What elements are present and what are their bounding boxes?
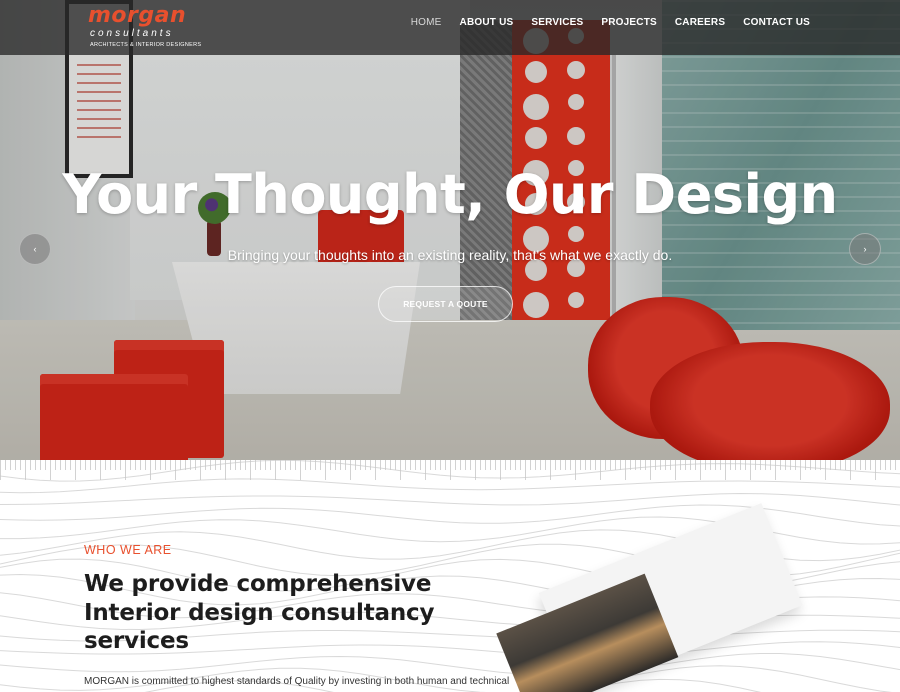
chevron-left-icon: ‹ xyxy=(33,244,37,254)
section-title: We provide comprehensive Interior design… xyxy=(84,571,435,654)
hero-headline: Your Thought, Our Design xyxy=(62,163,838,226)
chevron-right-icon: › xyxy=(863,244,867,254)
hero-subheadline: Bringing your thoughts into an existing … xyxy=(227,247,673,263)
brochure-image xyxy=(496,503,830,692)
brand-name: morgan xyxy=(88,3,187,28)
hero-overlay xyxy=(0,0,900,460)
site-header: morgan consultants ARCHITECTS & INTERIOR… xyxy=(0,0,900,55)
contour-line xyxy=(0,492,900,506)
section-body-text: MORGAN is committed to highest standards… xyxy=(84,676,510,687)
slider-prev-button[interactable]: ‹ xyxy=(19,233,51,265)
about-section: WHO WE ARE We provide comprehensive Inte… xyxy=(0,460,900,692)
section-eyebrow: WHO WE ARE xyxy=(84,543,172,557)
nav-item-contact-us[interactable]: CONTACT US xyxy=(743,17,810,28)
main-nav: HOME ABOUT US SERVICES PROJECTS CAREERS … xyxy=(411,17,810,28)
hero-slider: morgan consultants ARCHITECTS & INTERIOR… xyxy=(0,0,900,460)
nav-item-home[interactable]: HOME xyxy=(411,17,442,28)
request-quote-button[interactable]: REQUEST A QOUTE xyxy=(378,286,513,322)
brand-logo[interactable]: morgan consultants ARCHITECTS & INTERIOR… xyxy=(88,4,201,50)
ruler-divider xyxy=(0,460,900,494)
nav-item-about-us[interactable]: ABOUT US xyxy=(460,17,514,28)
brand-tagline: ARCHITECTS & INTERIOR DESIGNERS xyxy=(90,42,202,48)
nav-item-projects[interactable]: PROJECTS xyxy=(601,17,657,28)
nav-item-services[interactable]: SERVICES xyxy=(531,17,583,28)
nav-item-careers[interactable]: CAREERS xyxy=(675,17,725,28)
slider-next-button[interactable]: › xyxy=(849,233,881,265)
brand-subtitle: consultants xyxy=(90,28,174,39)
